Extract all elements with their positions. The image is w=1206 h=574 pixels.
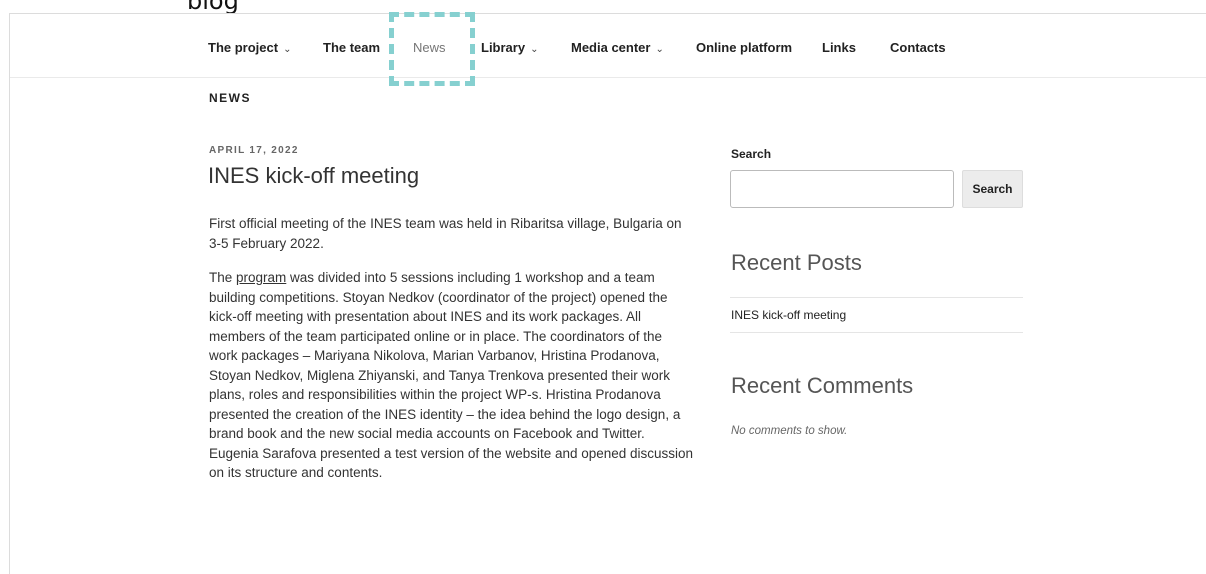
nav-label: Media center [571, 40, 651, 55]
program-link[interactable]: program [236, 270, 286, 285]
no-comments-text: No comments to show. [731, 425, 848, 437]
chevron-down-icon: ⌄ [655, 44, 664, 55]
browser-page: The project ⌄ The team News Library ⌄ Medi… [9, 12, 1206, 574]
nav-label: Library [481, 40, 526, 55]
search-button[interactable]: Search [962, 170, 1023, 208]
search-input[interactable] [730, 170, 954, 208]
nav-item-news[interactable]: News [413, 40, 446, 55]
page-title: NEWS [209, 91, 251, 105]
nav-label: The project [208, 40, 279, 55]
text: was divided into 5 sessions including 1 … [209, 270, 694, 480]
chevron-down-icon: ⌄ [283, 44, 292, 55]
nav-item-links[interactable]: Links [822, 40, 856, 55]
nav-item-contacts[interactable]: Contacts [890, 40, 946, 55]
nav-label: News [413, 40, 446, 55]
nav-item-online-platform[interactable]: Online platform [696, 40, 792, 55]
chevron-down-icon: ⌄ [530, 44, 539, 55]
recent-posts-title: Recent Posts [731, 250, 862, 275]
post-body: First official meeting of the INES team … [209, 214, 694, 498]
nav-label: Links [822, 40, 856, 55]
nav-item-library[interactable]: Library ⌄ [481, 40, 538, 55]
nav-item-the-team[interactable]: The team [323, 40, 380, 55]
nav-item-media-center[interactable]: Media center ⌄ [571, 40, 664, 55]
divider [730, 297, 1023, 298]
top-navigation: The project ⌄ The team News Library ⌄ Medi… [10, 14, 1206, 78]
nav-item-the-project[interactable]: The project ⌄ [208, 40, 291, 55]
post-title: INES kick-off meeting [208, 163, 420, 188]
post-paragraph: The program was divided into 5 sessions … [209, 268, 694, 483]
text: The [209, 270, 237, 285]
nav-label: The team [323, 40, 381, 55]
divider [730, 332, 1023, 333]
search-label: Search [731, 147, 772, 161]
nav-label: Contacts [890, 40, 946, 55]
post-paragraph: First official meeting of the INES team … [209, 216, 682, 251]
nav-label: Online platform [696, 40, 793, 55]
blog-caption: blog [187, 0, 239, 15]
recent-comments-title: Recent Comments [731, 373, 914, 398]
recent-post-link[interactable]: INES kick-off meeting [731, 308, 846, 322]
post-date: APRIL 17, 2022 [209, 145, 299, 156]
